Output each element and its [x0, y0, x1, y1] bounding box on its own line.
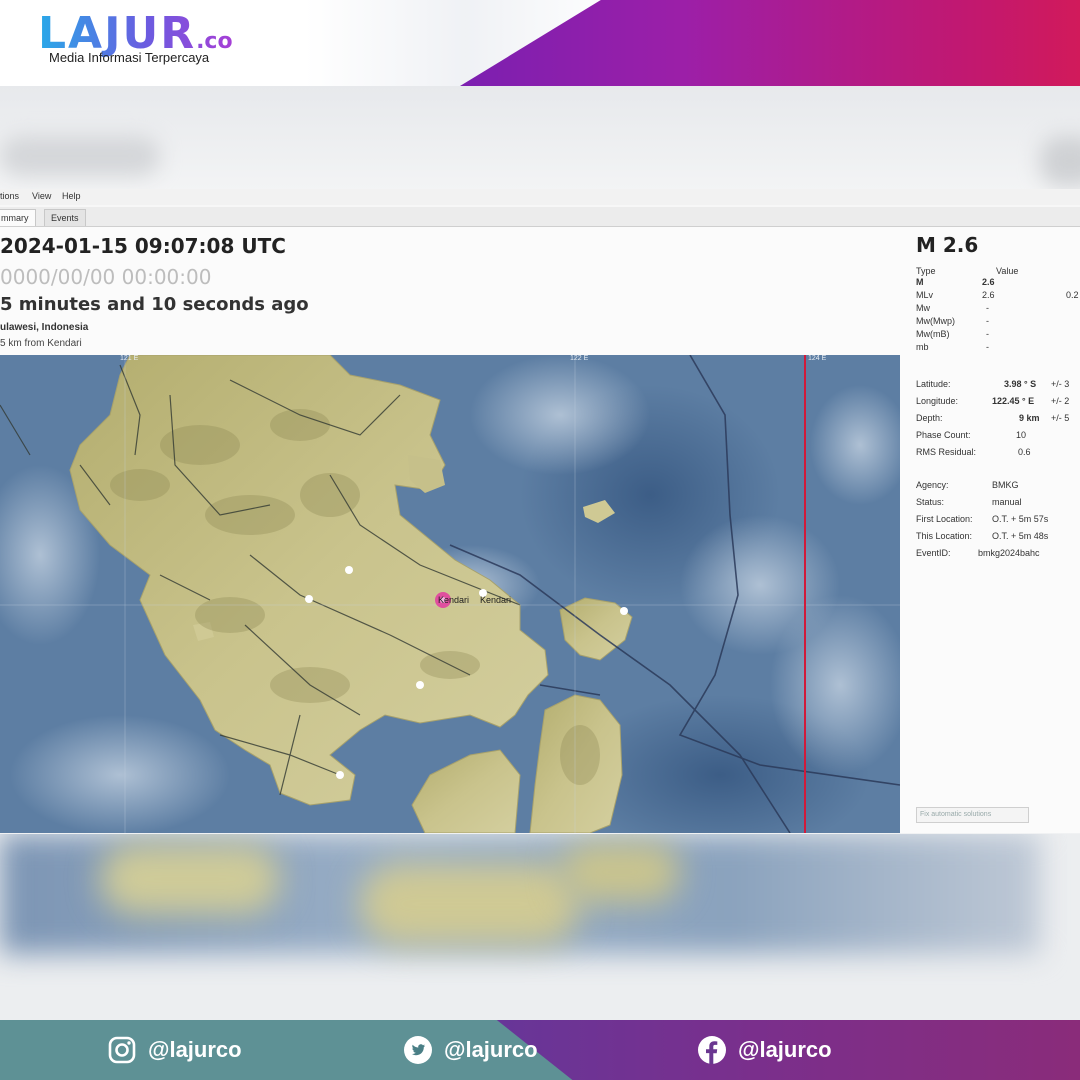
longitude-value: 122.45 ° E	[992, 396, 1035, 406]
map-canvas	[0, 355, 900, 833]
app-screenshot: tions View Help mmary Events 2024-01-15 …	[0, 86, 1080, 1020]
mag-type: M	[916, 277, 924, 287]
secondary-time: 0000/00/00 00:00:00	[0, 265, 212, 289]
fix-automatic-solutions-button[interactable]: Fix automatic solutions	[916, 807, 1029, 823]
mag-type: mb	[916, 342, 929, 352]
latitude-error: +/- 3	[1051, 379, 1070, 389]
mag-value: 2.6	[982, 277, 995, 287]
agency-value: BMKG	[992, 480, 1019, 490]
summary-panel: 2024-01-15 09:07:08 UTC 0000/00/00 00:00…	[0, 227, 900, 833]
rms-residual-value: 0.6	[1018, 447, 1031, 457]
depth-label: Depth:	[916, 413, 943, 423]
twitter-handle: @lajurco	[444, 1037, 538, 1062]
rms-residual-label: RMS Residual:	[916, 447, 977, 457]
facebook-link[interactable]: @lajurco	[698, 1020, 832, 1080]
details-panel: M 2.6 Type Value M 2.6 MLv 2.6 0.2 Mw - …	[900, 227, 1080, 833]
tab-bar: mmary Events	[0, 207, 1080, 227]
agency-label: Agency:	[916, 480, 949, 490]
menu-bar: tions View Help	[0, 189, 1080, 205]
magnitude-title: M 2.6	[916, 233, 979, 257]
lon-tick-121: 121 E	[120, 355, 139, 362]
event-map[interactable]: Kendari Kendari 121 E 122 E 124 E	[0, 355, 900, 833]
site-footer: @lajurco @lajurco @lajurco	[0, 1020, 1080, 1080]
origin-time: 2024-01-15 09:07:08 UTC	[0, 234, 286, 258]
blurred-bottom-area	[0, 834, 1080, 1020]
phase-count-value: 10	[1016, 430, 1027, 440]
first-location-label: First Location:	[916, 514, 973, 524]
site-header: LAJUR.co Media Informasi Terpercaya	[0, 0, 1080, 86]
blurred-top-area	[0, 86, 1080, 191]
longitude-label: Longitude:	[916, 396, 959, 406]
time-ago: 5 minutes and 10 seconds ago	[0, 294, 309, 315]
mag-value: -	[986, 316, 989, 326]
this-location-value: O.T. + 5m 48s	[992, 531, 1049, 541]
epicenter-label: Kendari	[438, 595, 470, 605]
lon-tick-122: 122 E	[570, 355, 589, 362]
menu-item-view[interactable]: View	[32, 191, 51, 201]
menu-item-help[interactable]: Help	[62, 191, 81, 201]
mag-header-value: Value	[996, 266, 1019, 276]
site-tagline: Media Informasi Terpercaya	[49, 50, 210, 65]
app-window: tions View Help mmary Events 2024-01-15 …	[0, 189, 1080, 833]
mag-type: MLv	[916, 290, 934, 300]
distance-from-city: 5 km from Kendari	[0, 338, 82, 349]
status-value: manual	[992, 497, 1022, 507]
mag-type: Mw(Mwp)	[916, 316, 955, 326]
latitude-label: Latitude:	[916, 379, 951, 389]
mag-value: -	[986, 342, 989, 352]
facebook-handle: @lajurco	[738, 1037, 832, 1062]
depth-value: 9 km	[1019, 413, 1040, 423]
depth-error: +/- 5	[1051, 413, 1070, 423]
mag-value: -	[986, 329, 989, 339]
mag-type: Mw	[916, 303, 930, 313]
tab-events[interactable]: Events	[44, 209, 86, 226]
mag-header-type: Type	[916, 266, 936, 276]
mag-extra: 0.2	[1066, 290, 1079, 300]
facebook-icon	[698, 1036, 726, 1064]
status-label: Status:	[916, 497, 945, 507]
this-location-label: This Location:	[916, 531, 973, 541]
instagram-icon	[108, 1036, 136, 1064]
menu-item-actions[interactable]: tions	[0, 191, 19, 201]
event-id-value: bmkg2024bahc	[978, 548, 1040, 558]
longitude-error: +/- 2	[1051, 396, 1070, 406]
mag-value: 2.6	[982, 290, 995, 300]
latitude-value: 3.98 ° S	[1004, 379, 1037, 389]
event-id-label: EventID:	[916, 548, 951, 558]
region-name: ulawesi, Indonesia	[0, 322, 89, 333]
instagram-handle: @lajurco	[148, 1037, 242, 1062]
first-location-value: O.T. + 5m 57s	[992, 514, 1049, 524]
tab-summary[interactable]: mmary	[0, 209, 36, 226]
city-label: Kendari	[480, 595, 512, 605]
twitter-icon	[404, 1036, 432, 1064]
lon-tick-124: 124 E	[808, 355, 827, 362]
instagram-link[interactable]: @lajurco	[108, 1020, 242, 1080]
twitter-link[interactable]: @lajurco	[404, 1020, 538, 1080]
mag-type: Mw(mB)	[916, 329, 950, 339]
phase-count-label: Phase Count:	[916, 430, 971, 440]
mag-value: -	[986, 303, 989, 313]
